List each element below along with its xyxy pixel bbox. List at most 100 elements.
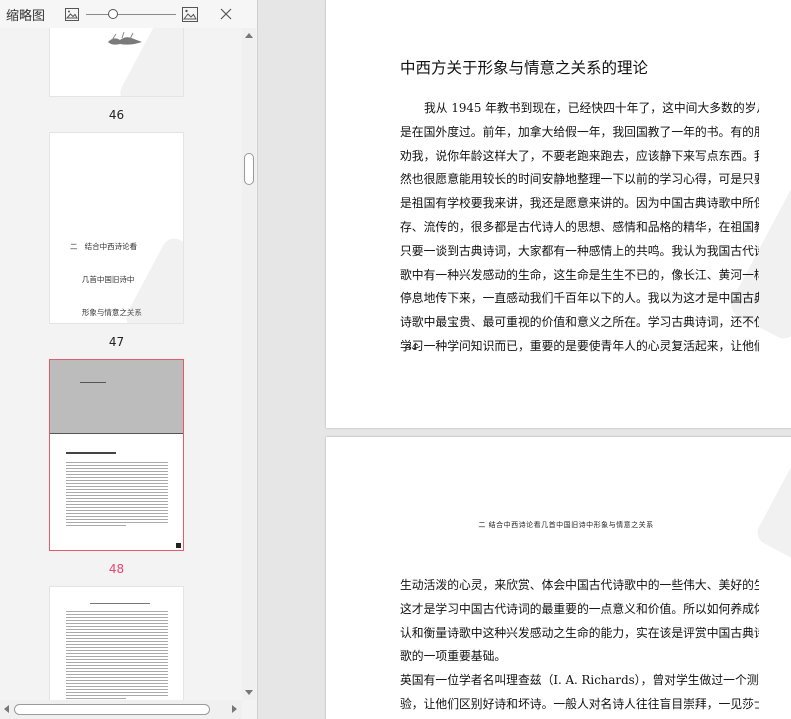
thumbnail-text-line — [66, 677, 168, 678]
thumbnail-text-line — [66, 647, 168, 648]
thumbnail-text-line — [66, 522, 168, 523]
thumbnail-number: 47 — [108, 335, 125, 349]
text-line: 这才是学习中国古代诗词的最重要的一点意义和价值。所以如何养成体 — [400, 601, 759, 616]
body-paragraph: 我从 1945 年教书到现在，已经快四十年了，这中间大多数的岁月都 是在国外度过。… — [400, 97, 759, 359]
thumbnail-text-line — [66, 480, 168, 481]
thumbnail-number: 46 — [108, 108, 125, 122]
thumbnail-text-line — [66, 626, 168, 627]
close-icon[interactable] — [218, 6, 234, 22]
thumbnail-chapter-line: 几首中国旧诗中 — [70, 275, 135, 284]
thumbnail-text-lines — [66, 462, 168, 528]
scroll-right-arrow-icon[interactable] — [232, 705, 237, 713]
thumbnail-text-line — [66, 519, 168, 520]
thumbnail-text-line — [66, 686, 168, 687]
thumbnail-running-head — [90, 603, 150, 604]
thumbnail-text-line — [66, 510, 168, 511]
text-line: 停息地传下来，一直感动我们千百年以下的人。我以为这才是中国古典 — [400, 291, 759, 306]
thumbnail-text-line — [66, 495, 168, 496]
thumbnail-text-line — [66, 489, 168, 490]
text-line: 存、流传的，很多都是古代诗人的思想、感情和品格的精华，在祖国教书， — [400, 219, 759, 234]
thumbnail-text-line — [66, 668, 168, 669]
thumbnail-chapter-line: 二 结合中西诗论看 — [70, 242, 138, 251]
thumbnail-text-line — [66, 462, 168, 463]
panel-title: 缩略图 — [6, 8, 46, 24]
text-line: 英国有一位学者名叫理查兹（I. A. Richards），曾对学生做过一个测 — [400, 673, 759, 688]
thumbnail-text-line — [66, 492, 168, 493]
page-number: 34 — [406, 342, 418, 352]
document-page-34: 中西方关于形象与情意之关系的理论 我从 1945 年教书到现在，已经快四十年了，… — [326, 0, 791, 428]
running-head: 二 结合中西诗论看几首中国旧诗中形象与情意之关系 — [478, 521, 654, 529]
thumbnail-text-line — [66, 689, 168, 690]
thumbnail-text-line — [66, 498, 168, 499]
thumbnail-page-47[interactable]: 二 结合中西诗论看 几首中国旧诗中 形象与情意之关系 — [50, 133, 183, 323]
thumbnail-text-line — [66, 665, 168, 666]
thumbnail-page-48[interactable] — [50, 360, 183, 550]
thumbnail-text-line — [66, 623, 168, 624]
thumbnail-number: 48 — [108, 562, 125, 576]
scroll-up-arrow-icon[interactable] — [245, 33, 253, 38]
text-line: 学习一种学问知识而已，重要的是要使青年人的心灵复活起来，让他们以 — [400, 338, 759, 353]
text-line: 生动活泼的心灵，来欣赏、体会中国古代诗歌中的一些伟大、美好的生命， — [400, 578, 759, 592]
thumbnail-text-line — [66, 644, 168, 645]
thumbnail-horizontal-scrollbar[interactable] — [0, 700, 242, 719]
thumbnail-page-49[interactable] — [50, 587, 183, 700]
text-line: 然也很愿意能用较长的时间安静地整理一下以前的学习心得，可是只要 — [400, 172, 759, 187]
thumbnail-text-line — [66, 468, 168, 469]
thumbnail-text-line — [66, 653, 168, 654]
thumbnail-resize-handle — [176, 543, 181, 548]
text-line: 诗歌中最宝贵、最可重视的价值和意义之所在。学习古典诗词，还不仅是 — [400, 315, 759, 330]
thumbnail-text-line — [66, 695, 168, 696]
thumbnail-text-line — [66, 513, 168, 514]
thumbnail-text-line — [66, 632, 168, 633]
thumbnail-text-line — [66, 483, 168, 484]
thumbnail-text-line — [66, 474, 168, 475]
thumbnail-text-line — [66, 471, 168, 472]
thumbnail-page-46[interactable] — [50, 28, 183, 96]
text-line: 劝我，说你年龄这样大了，不要老跑来跑去，应该静下来写点东西。我当 — [400, 148, 759, 163]
thumbnail-text-line — [66, 680, 168, 681]
thumbnail-text-line — [66, 635, 168, 636]
vertical-scroll-thumb[interactable] — [244, 153, 254, 185]
thumbnail-text-line — [66, 683, 168, 684]
thumbnail-text-line — [66, 656, 168, 657]
thumbnail-text-line — [66, 674, 168, 675]
zoom-slider[interactable] — [86, 6, 176, 22]
thumbnail-text-line — [66, 620, 168, 621]
thumbnail-text-line — [66, 641, 168, 642]
thumbnail-text-line — [66, 507, 168, 508]
thumbnail-text-line — [66, 614, 168, 615]
zoom-in-icon[interactable] — [182, 6, 198, 22]
section-title: 中西方关于形象与情意之关系的理论 — [400, 59, 649, 77]
thumbnail-text-line — [66, 501, 168, 502]
text-line: 认和衡量诗歌中这种兴发感动之生命的能力，实在该是评赏中国古典诗 — [400, 625, 759, 640]
watermark — [753, 458, 791, 566]
thumbnail-panel-header: 缩略图 — [0, 0, 257, 28]
thumbnail-text-line — [66, 659, 168, 660]
horizontal-scroll-thumb[interactable] — [14, 704, 210, 715]
text-line: 是祖国有学校要我来讲，我还是愿意来讲的。因为中国古典诗歌中所保 — [400, 196, 759, 211]
thumbnail-text-line — [66, 650, 168, 651]
scroll-left-arrow-icon[interactable] — [4, 705, 9, 713]
thumbnail-text-line — [66, 671, 168, 672]
zoom-out-icon[interactable] — [64, 6, 80, 22]
thumbnail-title-line — [66, 452, 116, 454]
document-viewer[interactable]: 中西方关于形象与情意之关系的理论 我从 1945 年教书到现在，已经快四十年了，… — [258, 0, 791, 719]
thumbnail-text-line — [66, 465, 168, 466]
thumbnail-vertical-scrollbar[interactable] — [242, 28, 256, 700]
thumbnail-panel: 缩略图 46 二 结合中西诗论看 几首中国旧诗中 形象与情意之关系 47 48 — [0, 0, 258, 719]
thumbnail-text-line — [66, 611, 168, 612]
thumbnail-text-line — [66, 692, 168, 693]
thumbnail-text-line — [66, 638, 168, 639]
body-paragraph: 生动活泼的心灵，来欣赏、体会中国古代诗歌中的一些伟大、美好的生命， 这才是学习中国… — [400, 574, 759, 719]
text-line: 我从 1945 年教书到现在，已经快四十年了，这中间大多数的岁月都 — [424, 101, 759, 115]
thumbnail-text-line — [66, 662, 168, 663]
zoom-slider-track — [86, 14, 176, 15]
scroll-down-arrow-icon[interactable] — [245, 690, 253, 695]
thumbnail-text-line — [66, 486, 168, 487]
zoom-slider-thumb[interactable] — [108, 9, 118, 19]
thumbnail-text-line — [66, 477, 168, 478]
thumbnail-text-line — [66, 525, 126, 526]
thumbnail-text-lines — [66, 611, 168, 700]
thumbnail-text-line — [66, 504, 168, 505]
text-line: 只要一谈到古典诗词，大家都有一种感情上的共鸣。我认为我国古代诗 — [400, 243, 759, 258]
